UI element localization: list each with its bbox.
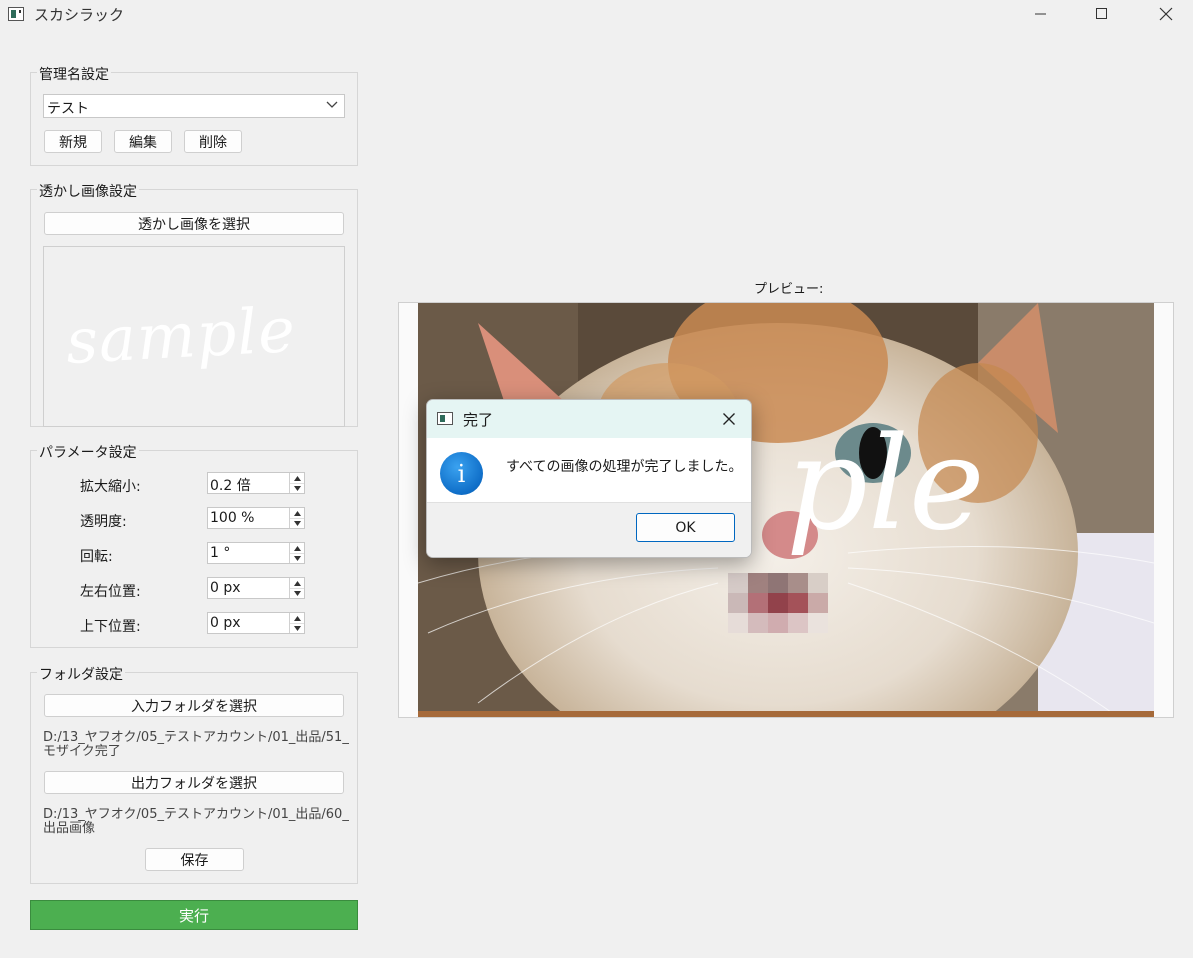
folder-group-title: フォルダ設定: [37, 664, 125, 684]
spin-down-icon[interactable]: [290, 588, 304, 598]
watermark-overlay-text: ple: [786, 410, 985, 559]
output-folder-path: D:/13_ヤフオク/05_テストアカウント/01_出品/60_出品画像: [43, 807, 349, 836]
minimize-button[interactable]: [1018, 0, 1064, 28]
select-watermark-button[interactable]: 透かし画像を選択: [44, 212, 344, 235]
rotation-value: 1 °: [210, 545, 231, 561]
app-icon: [8, 7, 24, 21]
dialog-title-bar: 完了: [427, 400, 751, 438]
watermark-group-title: 透かし画像設定: [37, 181, 139, 201]
maximize-button[interactable]: [1079, 0, 1125, 28]
scale-value: 0.2 倍: [210, 478, 251, 494]
dialog-footer: OK: [427, 502, 751, 557]
input-folder-path: D:/13_ヤフオク/05_テストアカウント/01_出品/51_モザイク完了: [43, 730, 349, 759]
opacity-value: 100 %: [210, 510, 255, 526]
vertical-position-value: 0 px: [210, 615, 241, 631]
rotation-spinbox[interactable]: 1 °: [207, 542, 305, 564]
manager-group-title: 管理名設定: [37, 64, 111, 84]
window-title: スカシラック: [34, 6, 125, 24]
dialog-message: すべての画像の処理が完了しました。: [506, 459, 743, 475]
horizontal-position-label: 左右位置:: [80, 584, 141, 600]
spin-down-icon[interactable]: [290, 623, 304, 633]
close-icon: [723, 413, 735, 425]
rotation-label: 回転:: [80, 549, 113, 565]
dialog-close-button[interactable]: [717, 408, 741, 430]
select-output-folder-button[interactable]: 出力フォルダを選択: [44, 771, 344, 794]
save-button[interactable]: 保存: [145, 848, 244, 871]
delete-button[interactable]: 削除: [184, 130, 242, 153]
new-button[interactable]: 新規: [44, 130, 102, 153]
maximize-icon: [1096, 8, 1107, 19]
vertical-position-label: 上下位置:: [80, 619, 141, 635]
manager-select-value: テスト: [47, 101, 89, 117]
dialog-title: 完了: [463, 411, 494, 429]
chevron-down-icon: [326, 101, 338, 108]
completion-dialog: 完了 i すべての画像の処理が完了しました。 OK: [426, 399, 752, 558]
spin-down-icon[interactable]: [290, 553, 304, 563]
opacity-spinbox[interactable]: 100 %: [207, 507, 305, 529]
minimize-icon: [1035, 13, 1046, 15]
spin-down-icon[interactable]: [290, 518, 304, 528]
opacity-label: 透明度:: [80, 514, 127, 530]
close-icon: [1159, 7, 1173, 21]
run-button[interactable]: 実行: [30, 900, 358, 930]
scale-label: 拡大縮小:: [80, 479, 141, 495]
manager-select[interactable]: テスト: [43, 94, 345, 118]
preview-label: プレビュー:: [754, 282, 824, 297]
ok-button[interactable]: OK: [636, 513, 735, 542]
scale-spinbox[interactable]: 0.2 倍: [207, 472, 305, 494]
title-bar: スカシラック: [0, 0, 1193, 30]
dialog-app-icon: [437, 412, 453, 425]
horizontal-position-spinbox[interactable]: 0 px: [207, 577, 305, 599]
watermark-preview: sample: [43, 246, 345, 427]
edit-button[interactable]: 編集: [114, 130, 172, 153]
select-input-folder-button[interactable]: 入力フォルダを選択: [44, 694, 344, 717]
spin-down-icon[interactable]: [290, 483, 304, 493]
horizontal-position-value: 0 px: [210, 580, 241, 596]
vertical-position-spinbox[interactable]: 0 px: [207, 612, 305, 634]
watermark-preview-text: sample: [64, 293, 298, 378]
params-group-title: パラメータ設定: [37, 442, 139, 462]
info-icon: i: [440, 452, 483, 495]
close-button[interactable]: [1143, 0, 1189, 28]
